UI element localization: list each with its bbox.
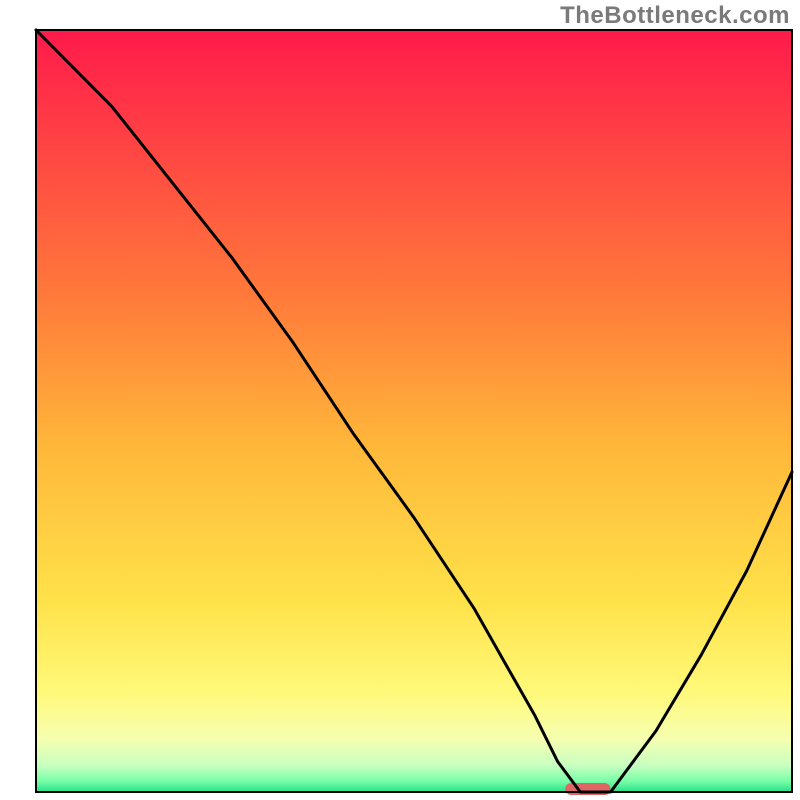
gradient-background — [36, 30, 792, 792]
bottleneck-chart — [0, 0, 800, 800]
chart-container: TheBottleneck.com — [0, 0, 800, 800]
